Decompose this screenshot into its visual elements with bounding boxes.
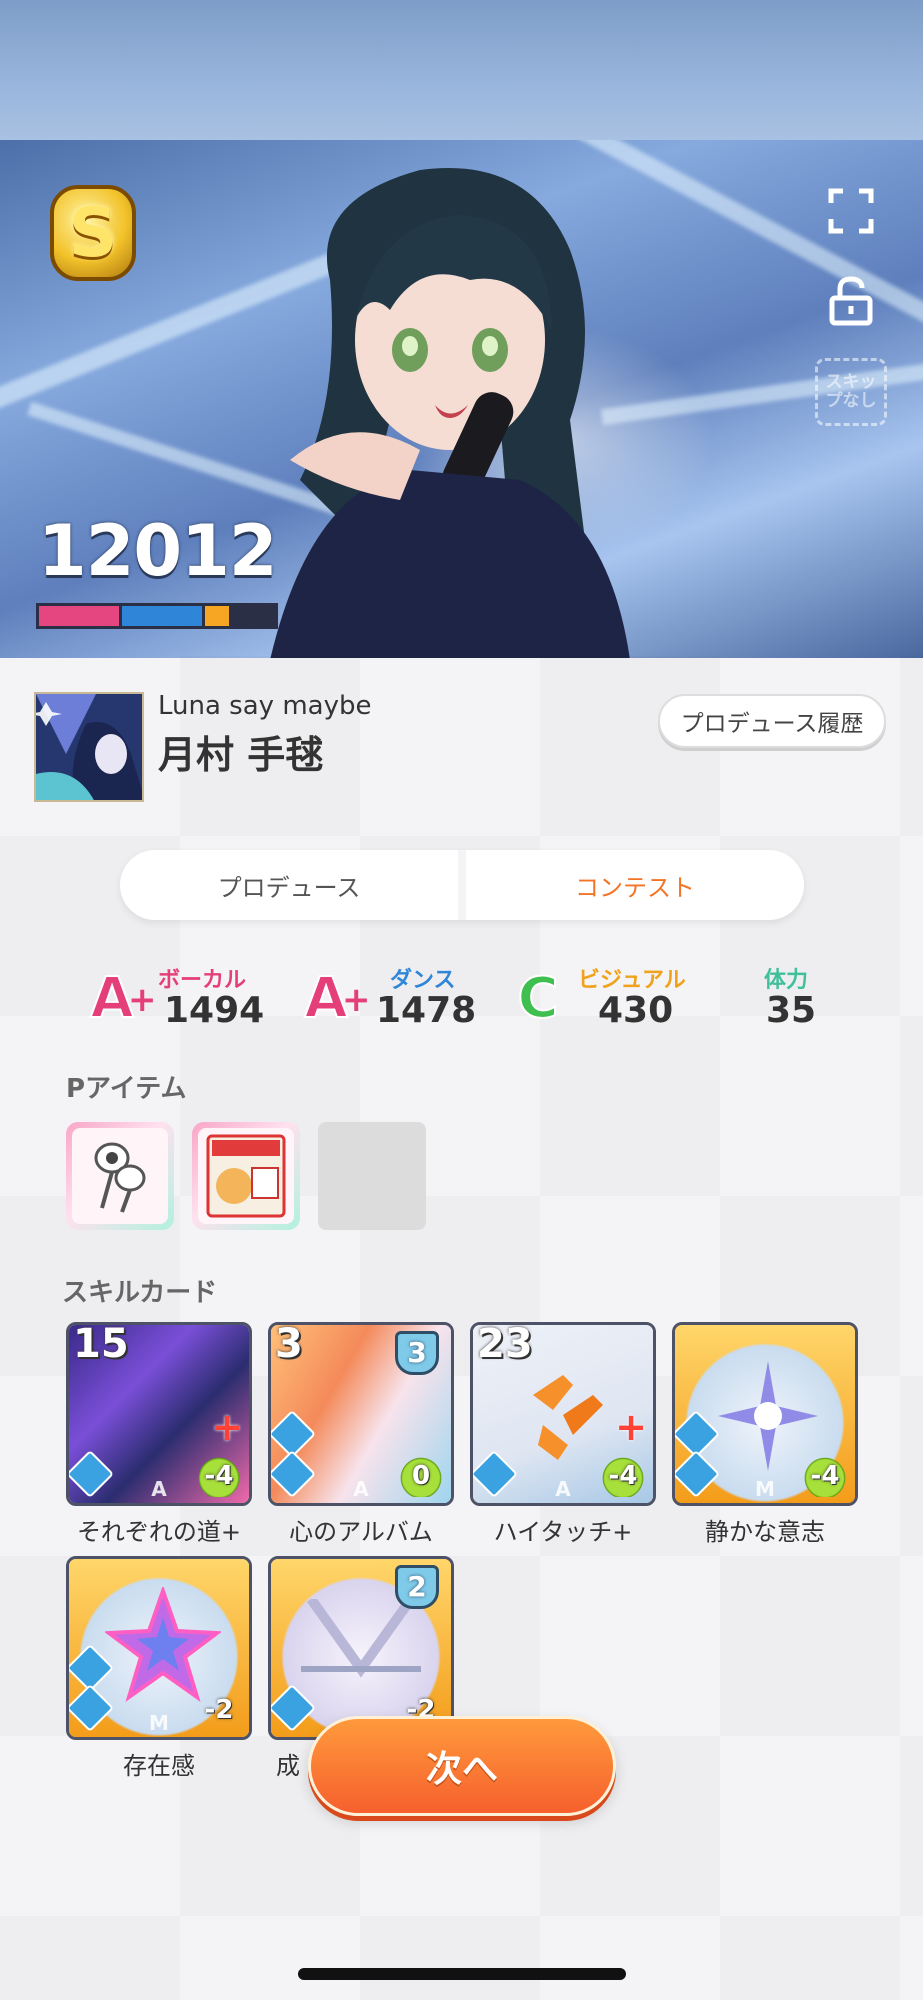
card-level: 3 [275,1322,303,1367]
stage-lights-icon [301,1599,421,1678]
produce-history-button[interactable]: プロデュース履歴 [658,694,886,748]
unlock-icon[interactable] [825,275,877,327]
card-type: A [555,1477,571,1501]
score-breakdown-bar [36,603,278,629]
skill-card[interactable]: -4 M [672,1322,858,1506]
next-button[interactable]: 次へ [308,1716,616,1816]
stat-value: 1494 [164,990,265,1031]
home-indicator[interactable] [298,1968,626,1980]
p-item-ramen[interactable] [192,1122,300,1230]
skill-card-name: ハイタッチ+ [493,1518,633,1546]
shield-badge-icon: 3 [395,1331,439,1375]
skill-card[interactable]: + 15 -4 A [66,1322,252,1506]
character-illustration [270,167,630,658]
high-five-hands-icon [533,1375,603,1460]
cost-badge: -2 [204,1695,234,1725]
skill-cards-heading: スキルカード [62,1278,218,1308]
idol-name: 月村 手毬 [158,733,324,777]
card-type: A [151,1477,167,1501]
shield-badge-icon: 2 [395,1565,439,1609]
cost-badge: -4 [195,1455,243,1497]
cost-badge: 0 [397,1455,445,1497]
skill-card[interactable]: 2 -2 [268,1556,454,1740]
card-art [36,694,142,800]
skip-button[interactable]: スキップなし [815,358,887,426]
grade-plus: + [128,980,157,1020]
skill-card[interactable]: 3 3 0 A [268,1322,454,1506]
glowing-star-icon [105,1587,221,1702]
earphones-icon [94,1142,146,1213]
card-type: M [149,1711,169,1735]
grade-badge: C [516,966,559,1031]
card-type: M [755,1477,775,1501]
tab-produce[interactable]: プロデュース [120,850,466,920]
enhanced-plus-icon: + [615,1405,647,1449]
skill-card[interactable]: -2 M [66,1556,252,1740]
card-level: 15 [73,1322,129,1367]
score-value: 12012 [38,510,278,592]
rank-badge: S [50,185,136,281]
stat-value: 1478 [376,990,477,1031]
stat-value: 430 [598,990,674,1031]
ramen-package-icon [206,1134,286,1218]
card-title: Luna say maybe [158,691,372,721]
skill-card-name: 心のアルバム [289,1518,433,1546]
score-bar-segment [205,606,230,626]
p-item-empty-slot [318,1122,426,1230]
p-item-earphones[interactable] [66,1122,174,1230]
cost-badge: -4 [599,1455,647,1497]
score-bar-segment [122,606,203,626]
card-type: A [353,1477,369,1501]
card-level: 23 [477,1322,533,1367]
score-bar-segment [39,606,120,626]
tab-contest[interactable]: コンテスト [466,850,804,920]
skill-card-name: 存在感 [123,1752,195,1780]
result-hero-image: S スキップなし 12012 [0,140,923,658]
cost-badge: -4 [801,1455,849,1497]
card-avatar[interactable] [34,692,144,802]
top-blur-background [0,0,923,140]
stat-value: 35 [766,990,817,1031]
mode-tabs: プロデュース コンテスト [120,850,804,920]
skill-card[interactable]: + 23 -4 A [470,1322,656,1506]
skill-card-name: それぞれの道+ [76,1518,242,1546]
p-items-heading: Pアイテム [66,1074,187,1104]
fullscreen-icon[interactable] [825,185,877,237]
grade-plus: + [342,980,371,1020]
enhanced-plus-icon: + [211,1405,243,1449]
skill-card-name: 静かな意志 [705,1518,825,1546]
